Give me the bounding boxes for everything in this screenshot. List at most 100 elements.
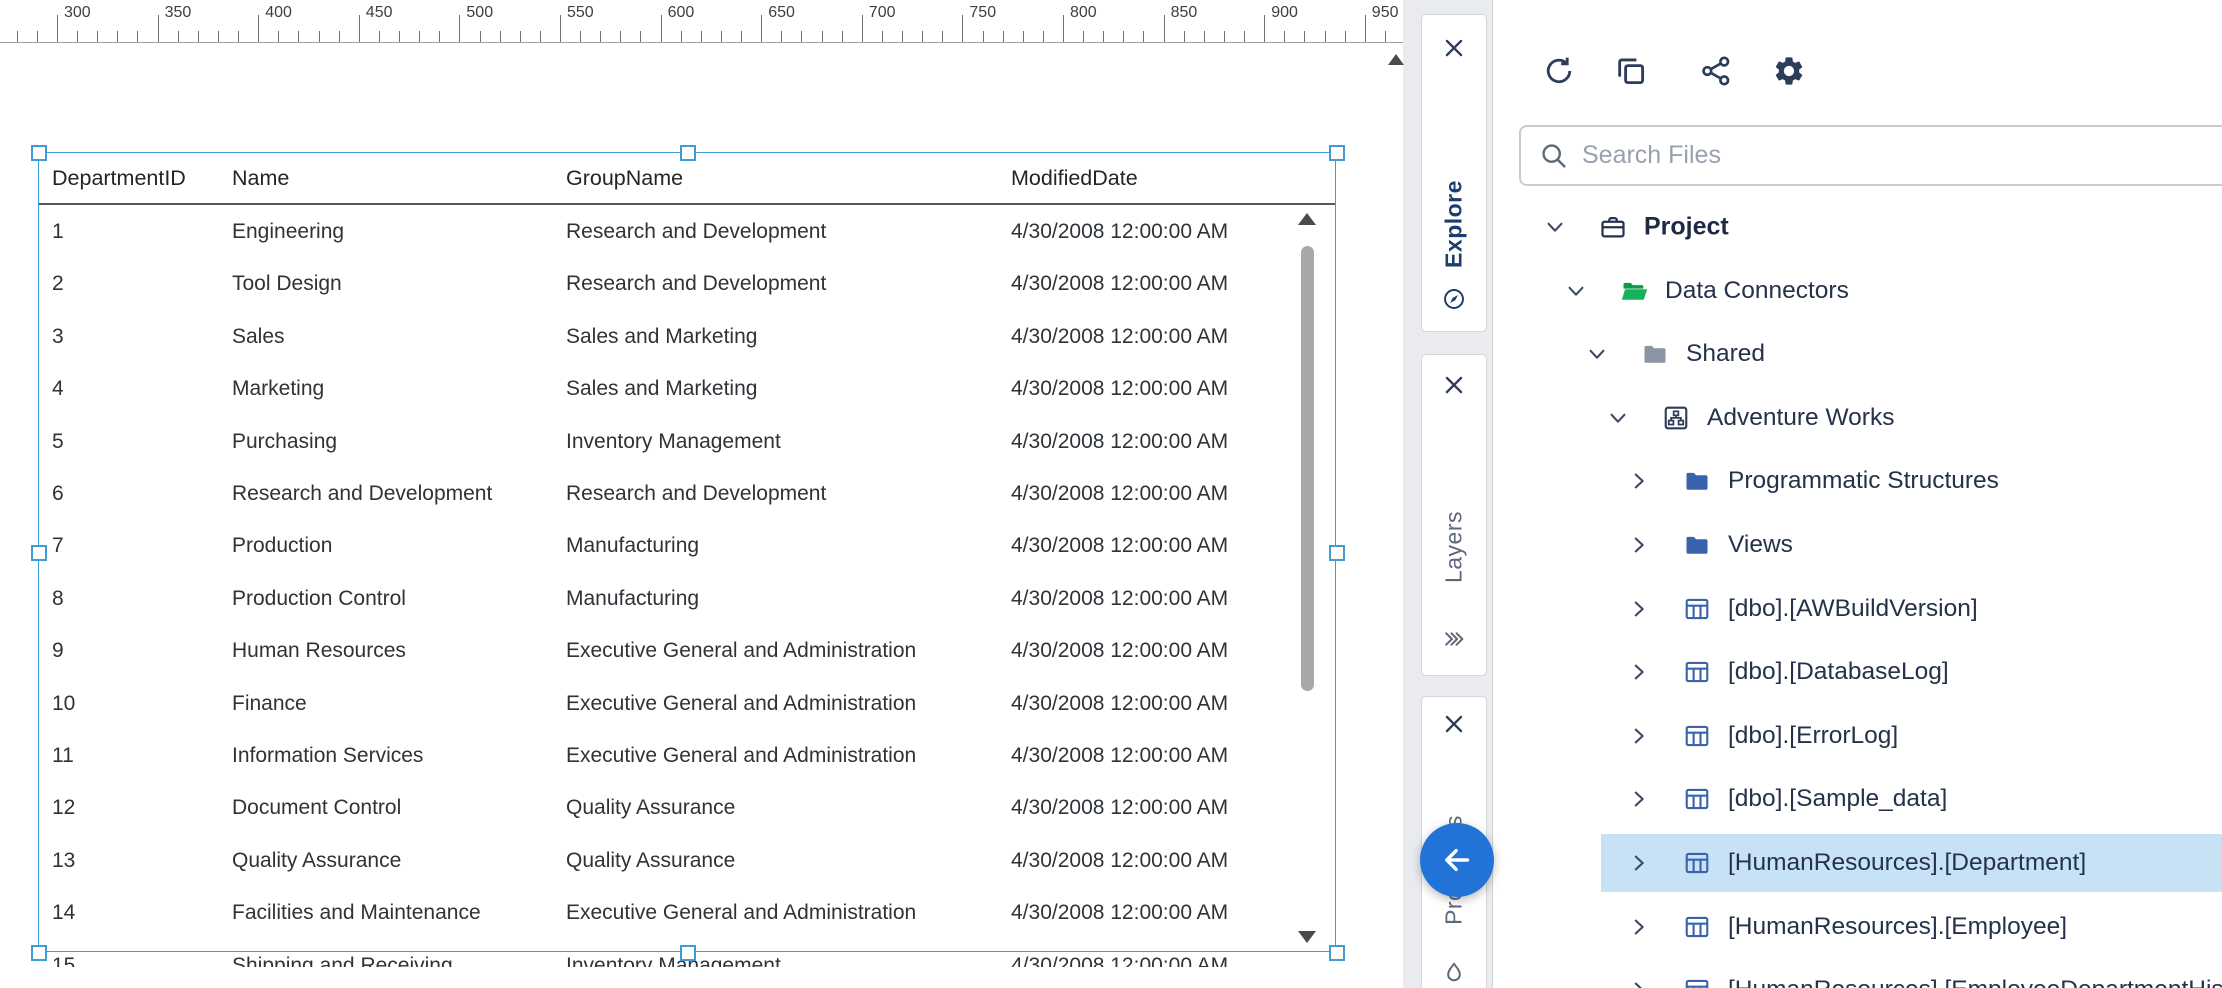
close-icon[interactable] bbox=[1441, 35, 1467, 61]
chevron-right-icon[interactable] bbox=[1628, 598, 1650, 620]
table-cell: 4 bbox=[52, 363, 64, 415]
ruler-label: 900 bbox=[1271, 4, 1298, 22]
ruler-tick bbox=[419, 31, 420, 43]
arrow-left-icon bbox=[1439, 842, 1475, 878]
ruler-tick bbox=[379, 31, 380, 43]
table-cell: 4/30/2008 12:00:00 AM bbox=[1011, 625, 1228, 677]
table-cell: 9 bbox=[52, 625, 64, 677]
collapse-panel-button[interactable] bbox=[1420, 823, 1494, 897]
ruler-label: 400 bbox=[265, 4, 292, 22]
tree-item-data-connectors[interactable]: Data Connectors bbox=[1493, 259, 2222, 323]
selection-handle[interactable] bbox=[31, 145, 47, 161]
selection-handle[interactable] bbox=[680, 945, 696, 961]
table-scrollbar-thumb[interactable] bbox=[1301, 246, 1314, 691]
tree-item-label: Shared bbox=[1686, 340, 1765, 368]
tree-item-dbo-sample-data[interactable]: [dbo].[Sample_data] bbox=[1493, 768, 2222, 832]
ruler-tick bbox=[1003, 31, 1004, 43]
design-canvas[interactable]: 3003504004505005506006507007508008509009… bbox=[0, 0, 1403, 988]
tree-item-dbo-databaselog[interactable]: [dbo].[DatabaseLog] bbox=[1493, 640, 2222, 704]
ruler-tick bbox=[721, 31, 722, 43]
table-row: 7ProductionManufacturing4/30/2008 12:00:… bbox=[39, 520, 1335, 572]
tree-item-humanresources-employee[interactable]: [HumanResources].[Employee] bbox=[1493, 895, 2222, 959]
table-scroll-down-arrow[interactable] bbox=[1298, 931, 1316, 943]
tree-item-dbo-errorlog[interactable]: [dbo].[ErrorLog] bbox=[1493, 704, 2222, 768]
ruler-tick bbox=[741, 31, 742, 43]
ruler-tick bbox=[37, 31, 38, 43]
chevron-right-icon[interactable] bbox=[1628, 852, 1650, 874]
chevron-right-icon[interactable] bbox=[1628, 979, 1650, 988]
ruler-tick bbox=[1325, 31, 1326, 43]
panel-tab-layers[interactable]: Layers bbox=[1421, 354, 1487, 676]
table-cell: Manufacturing bbox=[566, 520, 699, 572]
tree-item-dbo-awbuildversion[interactable]: [dbo].[AWBuildVersion] bbox=[1493, 577, 2222, 641]
ruler-tick bbox=[922, 31, 923, 43]
canvas-scroll-up-arrow[interactable] bbox=[1388, 54, 1404, 65]
table-cell: Engineering bbox=[232, 206, 344, 258]
chevron-down-icon[interactable] bbox=[1565, 280, 1587, 302]
selection-handle[interactable] bbox=[1329, 145, 1345, 161]
ruler-tick bbox=[640, 31, 641, 43]
ruler-label: 500 bbox=[466, 4, 493, 22]
ruler-tick bbox=[701, 31, 702, 43]
chevron-right-icon[interactable] bbox=[1628, 661, 1650, 683]
ruler-tick bbox=[278, 31, 279, 43]
ruler-tick bbox=[882, 31, 883, 43]
tree-item-shared[interactable]: Shared bbox=[1493, 322, 2222, 386]
ruler-tick bbox=[500, 31, 501, 43]
ruler-tick bbox=[1224, 31, 1225, 43]
chevron-right-icon[interactable] bbox=[1628, 725, 1650, 747]
table-widget[interactable]: DepartmentIDNameGroupNameModifiedDate 1E… bbox=[38, 152, 1336, 952]
tree-item-humanresources-employeedepartmenthistory[interactable]: [HumanResources].[EmployeeDepartmentHist… bbox=[1493, 958, 2222, 988]
table-cell: Tool Design bbox=[232, 258, 342, 310]
ruler-tick bbox=[17, 31, 18, 43]
tree-item-label: Programmatic Structures bbox=[1728, 467, 1999, 495]
ruler-tick bbox=[1164, 15, 1165, 43]
tree-item-programmatic-structures[interactable]: Programmatic Structures bbox=[1493, 450, 2222, 514]
selection-handle[interactable] bbox=[680, 145, 696, 161]
chevron-right-icon[interactable] bbox=[1628, 916, 1650, 938]
panel-tab-label[interactable]: Layers bbox=[1441, 511, 1468, 583]
chevron-right-icon[interactable] bbox=[1628, 534, 1650, 556]
table-row: 9Human ResourcesExecutive General and Ad… bbox=[39, 625, 1335, 677]
horizontal-ruler: 3003504004505005506006507007508008509009… bbox=[0, 0, 1403, 43]
table-cell: 4/30/2008 12:00:00 AM bbox=[1011, 363, 1228, 415]
table-icon bbox=[1683, 722, 1711, 750]
selection-handle[interactable] bbox=[1329, 945, 1345, 961]
ruler-tick bbox=[1043, 31, 1044, 43]
project-icon bbox=[1599, 213, 1627, 241]
tree-item-adventure-works[interactable]: Adventure Works bbox=[1493, 386, 2222, 450]
tree-item-humanresources-department[interactable]: [HumanResources].[Department] bbox=[1493, 831, 2222, 895]
table-cell: Sales bbox=[232, 311, 285, 363]
table-cell: 4/30/2008 12:00:00 AM bbox=[1011, 520, 1228, 572]
chevron-down-icon[interactable] bbox=[1607, 407, 1629, 429]
panel-tab-explore[interactable]: Explore bbox=[1421, 14, 1487, 332]
table-cell: 4/30/2008 12:00:00 AM bbox=[1011, 730, 1228, 782]
ruler-tick bbox=[580, 31, 581, 43]
ruler-label: 300 bbox=[64, 4, 91, 22]
table-cell: 11 bbox=[52, 730, 74, 782]
chevron-right-icon[interactable] bbox=[1628, 788, 1650, 810]
table-icon bbox=[1683, 976, 1711, 988]
tree-item-project[interactable]: Project bbox=[1493, 195, 2222, 259]
ruler-tick bbox=[1023, 31, 1024, 43]
chevron-down-icon[interactable] bbox=[1544, 216, 1566, 238]
chevron-down-icon[interactable] bbox=[1586, 343, 1608, 365]
table-cell: Sales and Marketing bbox=[566, 311, 757, 363]
close-icon[interactable] bbox=[1441, 711, 1467, 737]
table-scroll-up-arrow[interactable] bbox=[1298, 213, 1316, 225]
tree-item-views[interactable]: Views bbox=[1493, 513, 2222, 577]
chevron-right-icon[interactable] bbox=[1628, 470, 1650, 492]
close-icon[interactable] bbox=[1441, 372, 1467, 398]
ruler-tick bbox=[942, 31, 943, 43]
ruler-tick bbox=[97, 31, 98, 43]
panel-tab-label[interactable]: Explore bbox=[1441, 180, 1468, 268]
table-cell: 3 bbox=[52, 311, 64, 363]
ruler-tick bbox=[781, 31, 782, 43]
ruler-label: 950 bbox=[1372, 4, 1399, 22]
ruler-tick bbox=[620, 31, 621, 43]
selection-handle[interactable] bbox=[31, 545, 47, 561]
folder-gray-icon bbox=[1641, 340, 1669, 368]
ruler-tick bbox=[459, 15, 460, 43]
selection-handle[interactable] bbox=[1329, 545, 1345, 561]
selection-handle[interactable] bbox=[31, 945, 47, 961]
